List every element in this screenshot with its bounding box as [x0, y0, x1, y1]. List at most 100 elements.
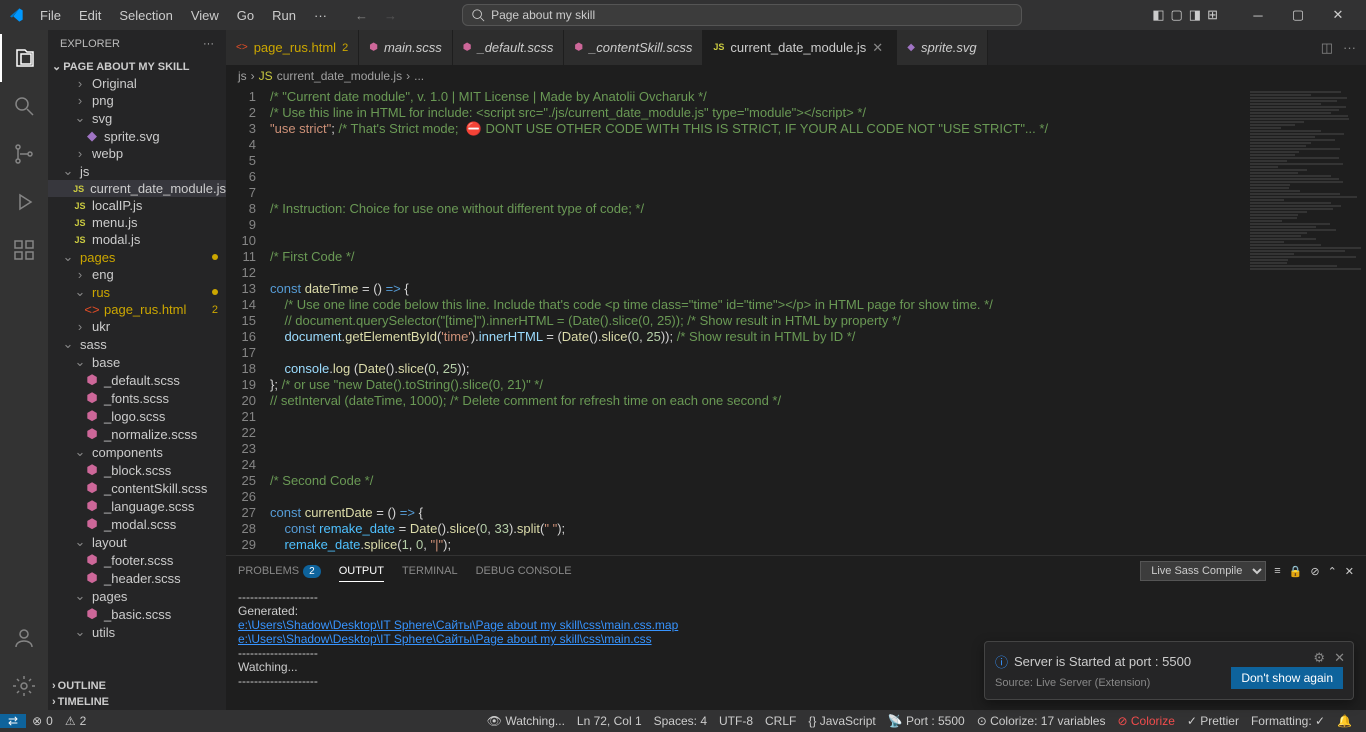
close-icon[interactable]: ✕ [1318, 0, 1358, 30]
status-item[interactable]: Ln 72, Col 1 [571, 714, 648, 728]
layout-icon[interactable]: ◨ [1189, 7, 1201, 23]
file-item[interactable]: ⬢_language.scss [48, 497, 226, 515]
menu-item[interactable]: Run [264, 4, 304, 27]
breadcrumb[interactable]: js› JScurrent_date_module.js› ... [226, 65, 1366, 87]
folder-item[interactable]: ⌄components [48, 443, 226, 461]
editor-tab[interactable]: <>page_rus.html2 [226, 30, 359, 65]
editor-tab[interactable]: ⬢main.scss [359, 30, 453, 65]
menu-item[interactable]: Edit [71, 4, 109, 27]
file-item[interactable]: ⬢_logo.scss [48, 407, 226, 425]
layout-icon[interactable]: ⊞ [1207, 7, 1218, 23]
status-item[interactable]: ✓ Prettier [1181, 714, 1245, 728]
debug-icon[interactable] [0, 178, 48, 226]
gear-icon[interactable] [0, 662, 48, 710]
project-header[interactable]: ⌄ PAGE ABOUT MY SKILL [48, 58, 226, 75]
menu-item[interactable]: ··· [306, 4, 335, 27]
maximize-icon[interactable]: ▢ [1278, 0, 1318, 30]
scm-icon[interactable] [0, 130, 48, 178]
account-icon[interactable] [0, 614, 48, 662]
folder-item[interactable]: ⌄sass [48, 335, 226, 353]
editor-tab[interactable]: ⬢_default.scss [453, 30, 565, 65]
explorer-icon[interactable] [0, 34, 48, 82]
close-icon[interactable]: ✕ [1345, 565, 1354, 578]
file-item[interactable]: JScurrent_date_module.js [48, 180, 226, 197]
file-item[interactable]: JSlocalIP.js [48, 197, 226, 214]
folder-item[interactable]: ›ukr [48, 318, 226, 335]
status-item[interactable]: ⊙ Colorize: 17 variables [971, 714, 1112, 728]
dont-show-again-button[interactable]: Don't show again [1231, 667, 1343, 689]
command-center[interactable]: Page about my skill [462, 4, 1022, 26]
file-item[interactable]: ⬢_header.scss [48, 569, 226, 587]
file-item[interactable]: ⬢_block.scss [48, 461, 226, 479]
timeline-section[interactable]: › TIMELINE [48, 694, 226, 710]
code-editor[interactable]: 1234567891011121314151617181920212223242… [226, 87, 1366, 555]
folder-item[interactable]: ⌄svg [48, 109, 226, 127]
file-item[interactable]: ⬢_basic.scss [48, 605, 226, 623]
filter-icon[interactable]: ≡ [1274, 565, 1280, 577]
layout-icon[interactable]: ◧ [1152, 7, 1164, 23]
status-item[interactable]: UTF-8 [713, 714, 759, 728]
panel-tab[interactable]: DEBUG CONSOLE [476, 561, 572, 581]
split-icon[interactable]: ◫ [1321, 40, 1333, 56]
menu-item[interactable]: File [32, 4, 69, 27]
file-item[interactable]: ⬢_contentSkill.scss [48, 479, 226, 497]
folder-item[interactable]: ⌄pages [48, 248, 226, 266]
menu-item[interactable]: Selection [111, 4, 180, 27]
folder-item[interactable]: ›eng [48, 266, 226, 283]
folder-item[interactable]: ›Original [48, 75, 226, 92]
folder-item[interactable]: ⌄pages [48, 587, 226, 605]
file-item[interactable]: ⬢_modal.scss [48, 515, 226, 533]
folder-item[interactable]: ›png [48, 92, 226, 109]
folder-item[interactable]: ⌄rus [48, 283, 226, 301]
nav-back-icon[interactable]: ← [355, 8, 368, 23]
folder-item[interactable]: ⌄base [48, 353, 226, 371]
folder-item[interactable]: ⌄js [48, 162, 226, 180]
folder-item[interactable]: ⌄utils [48, 623, 226, 641]
status-item[interactable]: Formatting: ✓ [1245, 714, 1331, 728]
status-errors[interactable]: ⊗ 0 [26, 714, 59, 728]
maximize-icon[interactable]: ⌃ [1328, 565, 1337, 578]
output-channel-select[interactable]: Live Sass Compile [1140, 561, 1266, 581]
clear-icon[interactable]: ⊘ [1310, 565, 1319, 578]
status-item[interactable]: ⊘ Colorize [1111, 714, 1180, 728]
more-icon[interactable]: ··· [1343, 40, 1356, 55]
file-item[interactable]: ⬢_fonts.scss [48, 389, 226, 407]
bell-icon[interactable]: 🔔 [1331, 714, 1358, 728]
nav-forward-icon[interactable]: → [384, 8, 397, 23]
outline-section[interactable]: › OUTLINE [48, 678, 226, 694]
editor-tab[interactable]: JScurrent_date_module.js✕ [703, 30, 897, 65]
file-item[interactable]: ⬢_footer.scss [48, 551, 226, 569]
more-icon[interactable]: ··· [203, 38, 214, 50]
panel-tab[interactable]: PROBLEMS2 [238, 561, 321, 581]
folder-item[interactable]: ›webp [48, 145, 226, 162]
close-icon[interactable]: ✕ [1334, 650, 1345, 666]
status-item[interactable]: Spaces: 4 [648, 714, 713, 728]
search-icon[interactable] [0, 82, 48, 130]
file-item[interactable]: <>page_rus.html2 [48, 301, 226, 318]
menu-item[interactable]: Go [229, 4, 262, 27]
minimize-icon[interactable]: ─ [1238, 0, 1278, 30]
file-item[interactable]: ◆sprite.svg [48, 127, 226, 145]
status-item[interactable]: {} JavaScript [802, 714, 881, 728]
gear-icon[interactable]: ⚙ [1313, 650, 1325, 666]
extensions-icon[interactable] [0, 226, 48, 274]
lock-icon[interactable]: 🔒 [1289, 565, 1303, 578]
minimap[interactable] [1246, 87, 1366, 555]
file-item[interactable]: JSmenu.js [48, 214, 226, 231]
panel-tab[interactable]: OUTPUT [339, 561, 384, 582]
file-item[interactable]: ⬢_normalize.scss [48, 425, 226, 443]
layout-icon[interactable]: ▢ [1170, 7, 1182, 23]
editor-tab[interactable]: ◆sprite.svg [897, 30, 987, 65]
file-item[interactable]: ⬢_default.scss [48, 371, 226, 389]
status-item[interactable]: 📡 Port : 5500 [882, 714, 971, 728]
status-warnings[interactable]: ⚠ 2 [59, 714, 92, 728]
file-item[interactable]: JSmodal.js [48, 231, 226, 248]
menu-item[interactable]: View [183, 4, 227, 27]
status-item[interactable]: 👁 Watching... [481, 714, 571, 728]
panel-tab[interactable]: TERMINAL [402, 561, 458, 581]
remote-icon[interactable]: ⇄ [0, 714, 26, 728]
status-item[interactable]: CRLF [759, 714, 802, 728]
editor-tab[interactable]: ⬢_contentSkill.scss [564, 30, 703, 65]
folder-item[interactable]: ⌄layout [48, 533, 226, 551]
code-lines[interactable]: /* "Current date module", v. 1.0 | MIT L… [270, 87, 1246, 555]
